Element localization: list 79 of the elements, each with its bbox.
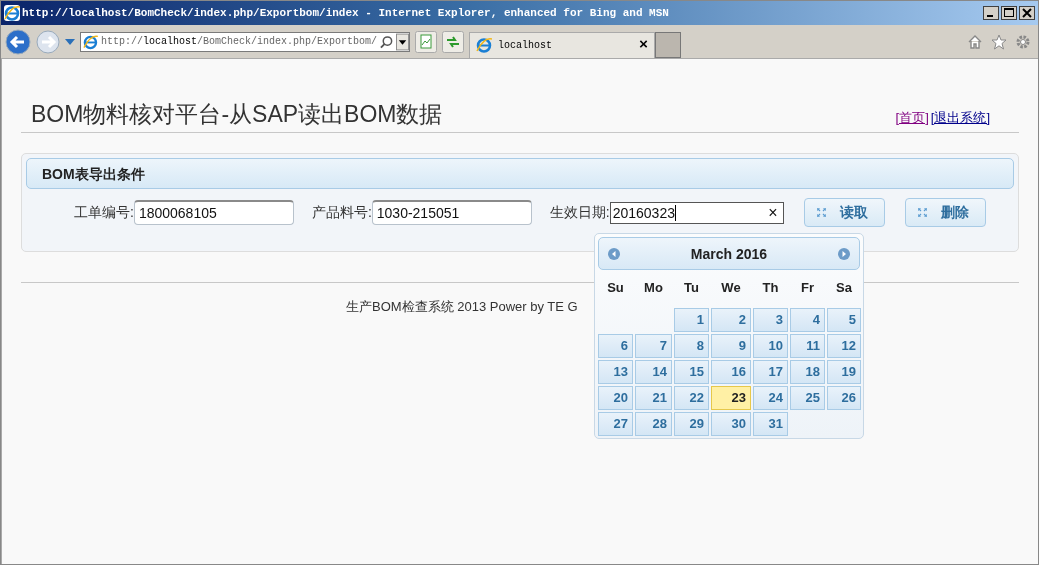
home-icon[interactable] — [967, 33, 983, 50]
dropdown-button[interactable] — [396, 32, 409, 51]
calendar-day[interactable]: 19 — [827, 360, 861, 384]
calendar-day[interactable]: 18 — [790, 360, 825, 384]
calendar-day[interactable]: 24 — [753, 386, 788, 410]
input-field[interactable]: 20160323 × — [609, 201, 784, 224]
window-title: http://localhost/BomCheck/index.php/Exportbom/index - Internet Explorer, enhanced for Bing and MSN — [22, 7, 670, 19]
previous-month-button[interactable] — [608, 247, 620, 260]
browser-logo-icon — [476, 37, 492, 53]
field-label: 工单编号: — [74, 203, 134, 222]
calendar-day[interactable]: 13 — [598, 360, 633, 384]
calendar-day[interactable]: 9 — [711, 334, 751, 358]
calendar-day[interactable]: 4 — [790, 308, 825, 332]
weekday-label: Su — [606, 279, 625, 297]
calendar-day[interactable]: 17 — [753, 360, 788, 384]
calendar-day[interactable]: 5 — [827, 308, 861, 332]
search-icon[interactable] — [379, 34, 393, 49]
calendar-day[interactable]: 23 — [711, 386, 751, 410]
calendar-day[interactable]: 26 — [827, 386, 861, 410]
calendar-day[interactable]: 16 — [711, 360, 751, 384]
maximize-button[interactable] — [1001, 6, 1017, 20]
calendar-day[interactable]: 25 — [790, 386, 825, 410]
settings-icon[interactable] — [1015, 33, 1031, 50]
calendar-day[interactable]: 27 — [598, 412, 633, 436]
compatibility-view-button[interactable] — [415, 30, 437, 53]
calendar-day[interactable]: 7 — [635, 334, 672, 358]
month-title: March 2016 — [690, 245, 768, 262]
calendar-day[interactable]: 10 — [753, 334, 788, 358]
calendar-day[interactable]: 22 — [674, 386, 709, 410]
nav-link[interactable]: [首页] — [895, 109, 929, 127]
close-tab-button[interactable]: × — [639, 36, 648, 54]
nav-link[interactable]: [退出系统] — [930, 109, 990, 127]
action-button[interactable]: 删除 — [904, 198, 986, 227]
calendar-day[interactable]: 3 — [753, 308, 788, 332]
page-heading: BOM物料核对平台-从SAP读出BOM数据 — [31, 100, 443, 129]
input-field[interactable]: 1030-215051 — [371, 200, 532, 225]
calendar-day[interactable]: 31 — [753, 412, 788, 436]
back-button[interactable] — [5, 28, 31, 55]
browser-logo-icon — [4, 5, 20, 21]
next-month-button[interactable] — [838, 247, 850, 260]
input-field[interactable]: 1800068105 — [133, 200, 294, 225]
calendar-day[interactable]: 11 — [790, 334, 825, 358]
weekday-label: Sa — [835, 279, 853, 297]
expand-icon — [917, 208, 927, 217]
field-label: 产品料号: — [311, 203, 372, 222]
calendar-day[interactable]: 6 — [598, 334, 633, 358]
calendar-day[interactable]: 1 — [674, 308, 709, 332]
field-label: 生效日期: — [549, 203, 610, 222]
browser-tab[interactable]: localhost × — [469, 31, 655, 58]
calendar-day[interactable]: 29 — [674, 412, 709, 436]
weekday-label: We — [720, 279, 742, 297]
calendar-day[interactable]: 30 — [711, 412, 751, 436]
weekday-label: Mo — [643, 279, 664, 297]
calendar-day[interactable]: 12 — [827, 334, 861, 358]
weekday-label: Th — [761, 279, 780, 297]
calendar-day[interactable]: 15 — [674, 360, 709, 384]
footer-text: 生产BOM检查系统 2013 Power by TE G — [346, 299, 578, 314]
new-tab-button[interactable] — [655, 31, 681, 58]
star-icon[interactable] — [991, 33, 1007, 50]
refresh-button[interactable] — [442, 30, 464, 53]
address-text: http://localhost/BomCheck/index.php/Exportbom/ — [100, 36, 377, 47]
browser-logo-icon — [83, 33, 98, 50]
action-button[interactable]: 读取 — [803, 198, 885, 227]
calendar-day[interactable]: 2 — [711, 308, 751, 332]
calendar-day[interactable]: 14 — [635, 360, 672, 384]
close-button[interactable] — [1019, 6, 1035, 20]
weekday-label: Tu — [683, 279, 700, 297]
calendar-day[interactable]: 21 — [635, 386, 672, 410]
expand-icon — [816, 208, 826, 217]
calendar-day[interactable]: 20 — [598, 386, 633, 410]
calendar-day[interactable]: 8 — [674, 334, 709, 358]
calendar-day[interactable]: 28 — [635, 412, 672, 436]
weekday-label: Fr — [800, 279, 815, 297]
minimize-button[interactable] — [983, 6, 999, 20]
panel-header: BOM表导出条件 — [26, 158, 1014, 189]
forward-button[interactable] — [36, 29, 60, 54]
address-bar[interactable]: http://localhost/BomCheck/index.php/Exportbom/ — [80, 31, 410, 52]
dropdown-arrow-icon[interactable] — [65, 38, 75, 45]
clear-button[interactable]: × — [768, 203, 781, 222]
